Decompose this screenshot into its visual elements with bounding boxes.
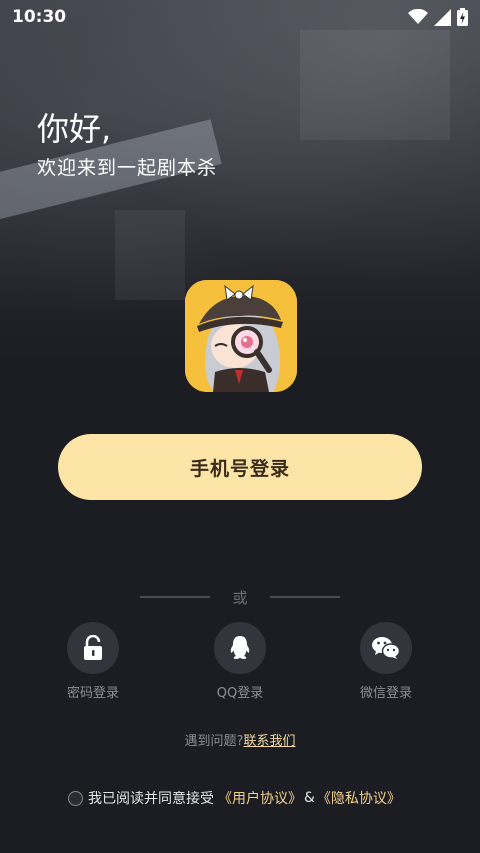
password-login-label: 密码登录 — [66, 686, 119, 701]
agreement-radio[interactable] — [68, 790, 83, 806]
divider-line — [140, 596, 210, 598]
lock-icon — [84, 635, 102, 660]
or-text: 或 — [232, 588, 248, 607]
greeting-title: 你好, — [37, 110, 112, 148]
phone-login-button[interactable]: 手机号登录 — [58, 434, 422, 500]
battery-icon — [457, 8, 468, 26]
wechat-login-label: 微信登录 — [359, 686, 412, 701]
background-shape — [300, 30, 450, 140]
status-icons — [408, 8, 468, 26]
wifi-icon — [408, 9, 428, 24]
password-login-option[interactable]: 密码登录 — [48, 622, 138, 701]
status-bar: 10:30 — [0, 0, 480, 34]
signal-icon — [434, 8, 451, 26]
privacy-policy-link[interactable]: 《隐私协议》 — [317, 788, 401, 808]
wechat-icon — [372, 637, 400, 659]
status-time: 10:30 — [12, 7, 67, 27]
background-shape — [115, 210, 185, 300]
password-login-button[interactable] — [67, 622, 119, 674]
divider-line — [269, 596, 340, 598]
app-logo — [185, 280, 297, 392]
agreement-text: 我已阅读并同意接受 — [88, 791, 214, 807]
qq-icon — [230, 636, 250, 659]
wechat-login-button[interactable] — [360, 622, 412, 674]
contact-us-link[interactable]: 联系我们 — [243, 734, 295, 749]
wechat-login-option[interactable]: 微信登录 — [341, 622, 431, 701]
qq-login-button[interactable] — [214, 622, 266, 674]
user-agreement-link[interactable]: 《用户协议》 — [218, 788, 302, 808]
or-divider: 或 — [140, 586, 340, 608]
help-row: 遇到问题?联系我们 — [0, 730, 480, 749]
qq-login-label: QQ登录 — [216, 686, 264, 701]
greeting-subtitle: 欢迎来到一起剧本杀 — [37, 157, 218, 179]
agreement-amp: & — [304, 790, 315, 806]
agreement-row: 我已阅读并同意接受 《用户协议》 & 《隐私协议》 — [68, 788, 401, 808]
qq-login-option[interactable]: QQ登录 — [195, 622, 285, 701]
help-text: 遇到问题? — [184, 734, 244, 749]
